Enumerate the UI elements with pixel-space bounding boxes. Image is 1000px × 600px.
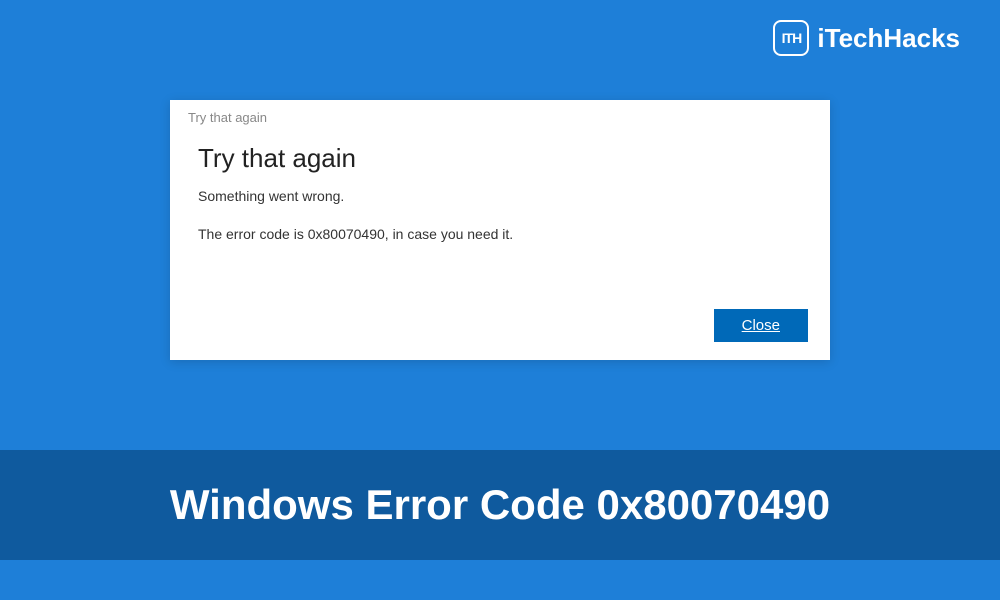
- logo-badge-text: ITH: [782, 30, 802, 46]
- logo-brand-text: iTechHacks: [817, 23, 960, 54]
- dialog-body: Try that again Something went wrong. The…: [170, 131, 830, 242]
- dialog-window-title: Try that again: [170, 100, 830, 131]
- dialog-footer: Close: [714, 309, 808, 342]
- dialog-subtitle: Something went wrong.: [198, 188, 802, 204]
- brand-logo: ITH iTechHacks: [773, 20, 960, 56]
- error-dialog: Try that again Try that again Something …: [170, 100, 830, 360]
- close-button[interactable]: Close: [714, 309, 808, 342]
- title-banner: Windows Error Code 0x80070490: [0, 450, 1000, 560]
- dialog-heading: Try that again: [198, 143, 802, 174]
- dialog-error-message: The error code is 0x80070490, in case yo…: [198, 226, 802, 242]
- banner-title: Windows Error Code 0x80070490: [170, 481, 830, 529]
- logo-badge-icon: ITH: [773, 20, 809, 56]
